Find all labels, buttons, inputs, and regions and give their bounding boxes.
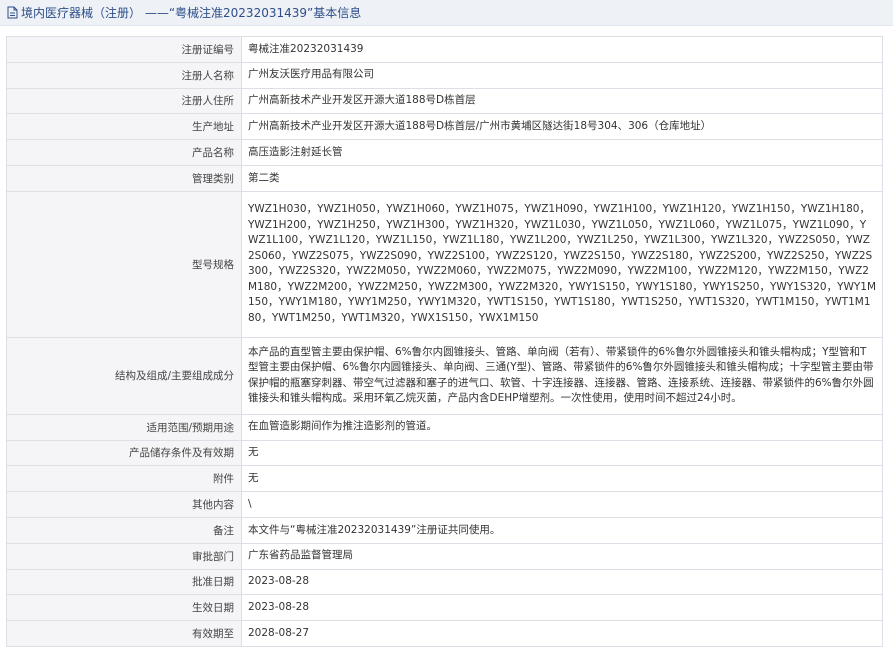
row-remarks: 备注 本文件与“粤械注准20232031439”注册证共同使用。 bbox=[6, 516, 883, 544]
row-value: 本文件与“粤械注准20232031439”注册证共同使用。 bbox=[241, 516, 883, 544]
row-intended-use: 适用范围/预期用途 在血管造影期间作为推注造影剂的管道。 bbox=[6, 413, 883, 441]
row-label: 附件 bbox=[6, 465, 242, 493]
info-table-container: 注册证编号 粤械注准20232031439 注册人名称 广州友沃医疗用品有限公司… bbox=[6, 36, 883, 647]
row-structure: 结构及组成/主要组成成分 本产品的直型管主要由保护帽、6%鲁尔内圆锥接头、管路、… bbox=[6, 336, 883, 415]
row-label: 有效期至 bbox=[6, 620, 242, 647]
row-storage-conditions: 产品储存条件及有效期 无 bbox=[6, 439, 883, 467]
row-attachments: 附件 无 bbox=[6, 465, 883, 493]
row-value: 无 bbox=[241, 439, 883, 467]
row-approval-department: 审批部门 广东省药品监督管理局 bbox=[6, 542, 883, 570]
info-table: 注册证编号 粤械注准20232031439 注册人名称 广州友沃医疗用品有限公司… bbox=[6, 36, 883, 647]
row-value: 无 bbox=[241, 465, 883, 493]
row-label: 备注 bbox=[6, 516, 242, 544]
row-label: 产品名称 bbox=[6, 139, 242, 166]
row-label: 审批部门 bbox=[6, 542, 242, 570]
row-value: 广州高新技术产业开发区开源大道188号D栋首层/广州市黄埔区隧达街18号304、… bbox=[241, 113, 883, 141]
row-value: 2023-08-28 bbox=[241, 594, 883, 622]
row-registration-number: 注册证编号 粤械注准20232031439 bbox=[6, 36, 883, 63]
row-label: 管理类别 bbox=[6, 164, 242, 192]
document-icon bbox=[7, 6, 18, 19]
row-label: 注册人名称 bbox=[6, 61, 242, 89]
row-value: 粤械注准20232031439 bbox=[241, 36, 883, 63]
row-value: \ bbox=[241, 491, 883, 518]
row-value: 广东省药品监督管理局 bbox=[241, 542, 883, 570]
row-registrant-address: 注册人住所 广州高新技术产业开发区开源大道188号D栋首层 bbox=[6, 87, 883, 115]
row-label: 产品储存条件及有效期 bbox=[6, 439, 242, 467]
row-other-content: 其他内容 \ bbox=[6, 491, 883, 518]
row-label: 型号规格 bbox=[6, 190, 242, 338]
row-value: 广州友沃医疗用品有限公司 bbox=[241, 61, 883, 89]
row-label: 注册证编号 bbox=[6, 36, 242, 63]
row-value: 第二类 bbox=[241, 164, 883, 192]
row-value: 高压造影注射延长管 bbox=[241, 139, 883, 166]
row-value: 在血管造影期间作为推注造影剂的管道。 bbox=[241, 413, 883, 441]
row-label: 其他内容 bbox=[6, 491, 242, 518]
row-value: YWZ1H030，YWZ1H050，YWZ1H060，YWZ1H075，YWZ1… bbox=[241, 190, 883, 338]
row-registrant-name: 注册人名称 广州友沃医疗用品有限公司 bbox=[6, 61, 883, 89]
row-value: 广州高新技术产业开发区开源大道188号D栋首层 bbox=[241, 87, 883, 115]
row-label: 生产地址 bbox=[6, 113, 242, 141]
page-title: 境内医疗器械（注册） ——“粤械注准20232031439”基本信息 bbox=[21, 6, 362, 20]
row-value: 本产品的直型管主要由保护帽、6%鲁尔内圆锥接头、管路、单向阀（若有）、带紧锁件的… bbox=[241, 336, 883, 415]
row-label: 注册人住所 bbox=[6, 87, 242, 115]
row-product-name: 产品名称 高压造影注射延长管 bbox=[6, 139, 883, 166]
row-model-spec: 型号规格 YWZ1H030，YWZ1H050，YWZ1H060，YWZ1H075… bbox=[6, 190, 883, 338]
row-label: 批准日期 bbox=[6, 568, 242, 596]
row-value: 2028-08-27 bbox=[241, 620, 883, 647]
row-approval-date: 批准日期 2023-08-28 bbox=[6, 568, 883, 596]
row-management-class: 管理类别 第二类 bbox=[6, 164, 883, 192]
row-label: 结构及组成/主要组成成分 bbox=[6, 336, 242, 415]
row-valid-until: 有效期至 2028-08-27 bbox=[6, 620, 883, 647]
row-value: 2023-08-28 bbox=[241, 568, 883, 596]
row-effective-date: 生效日期 2023-08-28 bbox=[6, 594, 883, 622]
row-label: 生效日期 bbox=[6, 594, 242, 622]
row-production-address: 生产地址 广州高新技术产业开发区开源大道188号D栋首层/广州市黄埔区隧达街18… bbox=[6, 113, 883, 141]
row-label: 适用范围/预期用途 bbox=[6, 413, 242, 441]
page-header: 境内医疗器械（注册） ——“粤械注准20232031439”基本信息 bbox=[0, 0, 893, 26]
